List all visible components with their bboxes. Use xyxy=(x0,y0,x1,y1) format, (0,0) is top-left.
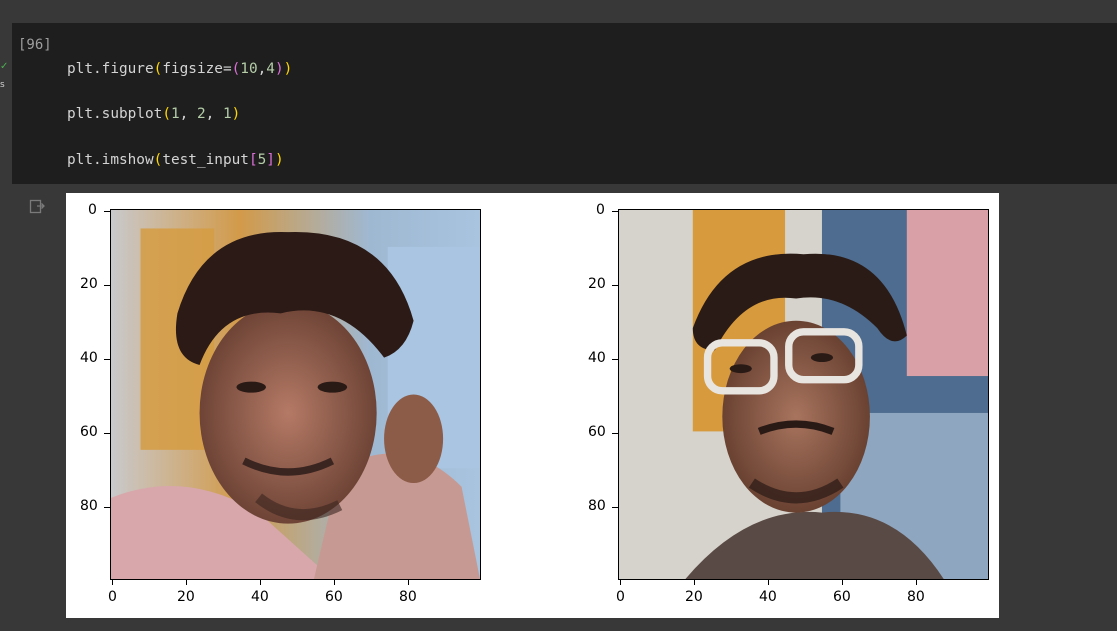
x-tick-label: 40 xyxy=(251,589,269,605)
y-tick-label: 40 xyxy=(588,350,606,366)
y-tick xyxy=(612,507,618,508)
x-tick xyxy=(260,579,261,585)
matplotlib-figure: 0 20 40 60 80 0 20 40 60 80 0 20 40 60 8… xyxy=(66,193,999,618)
x-tick xyxy=(694,579,695,585)
x-tick-label: 40 xyxy=(759,589,777,605)
y-tick xyxy=(104,433,110,434)
y-tick xyxy=(612,359,618,360)
x-tick xyxy=(112,579,113,585)
y-tick xyxy=(612,433,618,434)
x-tick xyxy=(186,579,187,585)
y-tick xyxy=(104,285,110,286)
y-tick-label: 60 xyxy=(588,424,606,440)
subplot-right xyxy=(618,209,989,580)
image-test-val xyxy=(619,210,988,579)
code-line: plt.figure(figsize=(10,4)) xyxy=(67,60,293,77)
y-tick xyxy=(612,285,618,286)
x-tick-label: 80 xyxy=(907,589,925,605)
y-tick xyxy=(104,211,110,212)
x-tick xyxy=(620,579,621,585)
y-tick-label: 80 xyxy=(588,498,606,514)
y-tick xyxy=(104,359,110,360)
code-line: plt.imshow(test_input[5]) xyxy=(67,151,284,168)
x-tick-label: 60 xyxy=(833,589,851,605)
x-tick xyxy=(408,579,409,585)
y-tick-label: 80 xyxy=(80,498,98,514)
x-tick-label: 0 xyxy=(616,589,625,605)
x-tick-label: 20 xyxy=(177,589,195,605)
x-tick-label: 60 xyxy=(325,589,343,605)
execution-count-label: [96] xyxy=(18,37,52,53)
image-test-input xyxy=(111,210,480,579)
execution-count: [96] xyxy=(18,37,52,59)
exec-time-label: s xyxy=(0,80,5,90)
top-bar xyxy=(0,0,1117,23)
y-tick-label: 20 xyxy=(80,276,98,292)
y-tick-label: 60 xyxy=(80,424,98,440)
y-tick-label: 40 xyxy=(80,350,98,366)
y-tick xyxy=(612,211,618,212)
x-tick xyxy=(916,579,917,585)
x-tick-label: 0 xyxy=(108,589,117,605)
x-tick xyxy=(768,579,769,585)
subplot-left xyxy=(110,209,481,580)
x-tick xyxy=(842,579,843,585)
output-arrow-icon[interactable] xyxy=(29,198,45,214)
x-tick xyxy=(334,579,335,585)
y-tick-label: 0 xyxy=(596,202,605,218)
y-tick-label: 20 xyxy=(588,276,606,292)
code-line: plt.subplot(1, 2, 1) xyxy=(67,106,241,123)
x-tick-label: 20 xyxy=(685,589,703,605)
y-tick-label: 0 xyxy=(88,202,97,218)
check-icon: ✓ xyxy=(0,61,9,72)
y-tick xyxy=(104,507,110,508)
x-tick-label: 80 xyxy=(399,589,417,605)
